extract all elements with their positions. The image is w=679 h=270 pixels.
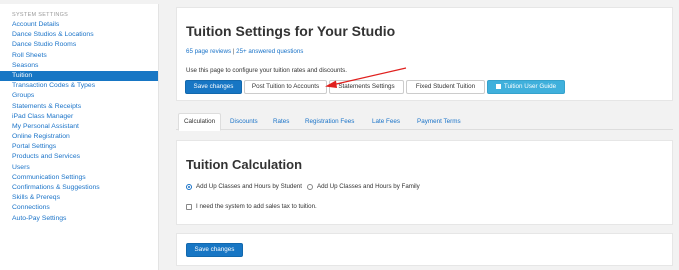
sales-tax-label: I need the system to add sales tax to tu… [196,203,317,210]
sidebar: SYSTEM SETTINGS Account Details Dance St… [0,4,159,270]
radio-by-student[interactable] [186,183,192,190]
radio-by-student-label: Add Up Classes and Hours by Student [196,183,302,190]
fixed-student-tuition-button[interactable]: Fixed Student Tuition [406,80,485,94]
sidebar-item-dance-studios-locations[interactable]: Dance Studios & Locations [0,30,158,40]
tab-bar: Calculation Discounts Rates Registration… [176,113,673,131]
sidebar-item-statements-receipts[interactable]: Statements & Receipts [0,102,158,112]
sidebar-item-seasons[interactable]: Seasons [0,61,158,71]
sidebar-item-auto-pay-settings[interactable]: Auto-Pay Settings [0,214,158,224]
sidebar-item-products-services[interactable]: Products and Services [0,152,158,162]
sidebar-item-personal-assistant[interactable]: My Personal Assistant [0,122,158,132]
page-reviews-link[interactable]: 65 page reviews [186,48,231,55]
tab-registration-fees[interactable]: Registration Fees [305,113,354,130]
sidebar-item-transaction-codes[interactable]: Transaction Codes & Types [0,81,158,91]
statements-settings-button[interactable]: Statements Settings [329,80,404,94]
calculation-options: Add Up Classes and Hours by Student Add … [186,183,420,190]
sidebar-header: SYSTEM SETTINGS [12,12,69,18]
sidebar-item-tuition[interactable]: Tuition [0,70,158,82]
reviews-separator: | [232,48,235,55]
sidebar-item-users[interactable]: Users [0,163,158,173]
radio-by-family-label: Add Up Classes and Hours by Family [316,183,420,190]
tab-calculation[interactable]: Calculation [178,113,222,131]
sidebar-item-portal-settings[interactable]: Portal Settings [0,142,158,152]
footer-panel: Save changes [176,233,673,266]
answered-questions-link[interactable]: 25+ answered questions [236,48,303,55]
save-changes-button[interactable]: Save changes [185,80,242,94]
tab-discounts[interactable]: Discounts [230,113,258,130]
sidebar-item-account-details[interactable]: Account Details [0,20,158,30]
page-description: Use this page to configure your tuition … [186,67,347,74]
sidebar-item-online-registration[interactable]: Online Registration [0,132,158,142]
header-panel: Tuition Settings for Your Studio 65 page… [176,7,673,101]
sales-tax-row: I need the system to add sales tax to tu… [186,203,317,210]
tab-rates[interactable]: Rates [273,113,289,130]
book-icon [495,83,501,89]
sidebar-item-communication-settings[interactable]: Communication Settings [0,173,158,183]
sidebar-item-groups[interactable]: Groups [0,91,158,101]
tuition-user-guide-label: Tuition User Guide [503,83,557,90]
radio-by-family[interactable] [306,183,313,190]
sales-tax-checkbox[interactable] [186,203,192,210]
tab-payment-terms[interactable]: Payment Terms [417,113,461,130]
page-title: Tuition Settings for Your Studio [186,23,396,39]
sidebar-item-confirmations-suggestions[interactable]: Confirmations & Suggestions [0,183,158,193]
section-title: Tuition Calculation [186,157,303,172]
sidebar-item-skills-prereqs[interactable]: Skills & Prereqs [0,193,158,203]
sidebar-item-connections[interactable]: Connections [0,203,158,213]
post-tuition-button[interactable]: Post Tuition to Accounts [244,80,327,94]
sidebar-item-ipad-class-manager[interactable]: iPad Class Manager [0,112,158,122]
calculation-panel: Tuition Calculation Add Up Classes and H… [176,140,673,225]
save-changes-bottom-button[interactable]: Save changes [186,243,243,257]
sidebar-item-roll-sheets[interactable]: Roll Sheets [0,51,158,61]
reviews-line: 65 page reviews | 25+ answered questions [186,48,303,55]
tuition-user-guide-button[interactable]: Tuition User Guide [487,80,565,94]
sidebar-item-dance-studio-rooms[interactable]: Dance Studio Rooms [0,40,158,50]
tab-late-fees[interactable]: Late Fees [372,113,400,130]
